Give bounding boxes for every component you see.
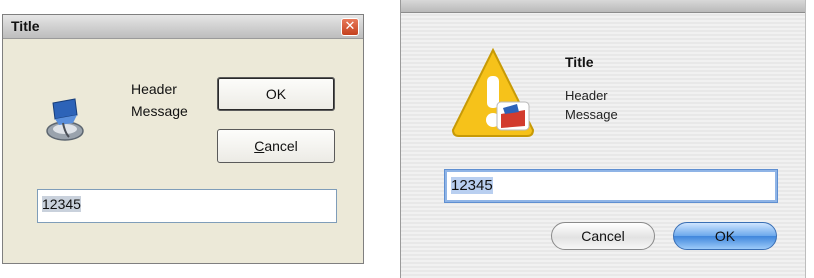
- windows-cancel-button[interactable]: Cancel: [217, 129, 335, 163]
- mac-input-value: 12345: [451, 177, 493, 194]
- windows-header-text: Header: [131, 81, 177, 97]
- cancel-mnemonic: C: [254, 138, 265, 154]
- mac-message-text: Message: [565, 107, 618, 122]
- windows-ok-button[interactable]: OK: [217, 77, 335, 111]
- mac-sheet-top-edge: [401, 0, 805, 13]
- mac-header-text: Header: [565, 88, 608, 103]
- windows-message-text: Message: [131, 103, 188, 119]
- mac-dialog-title: Title: [565, 54, 594, 70]
- windows-dialog: Title ✕ Header Message OK Cancel 12345: [2, 14, 364, 264]
- installer-icon: [46, 98, 84, 141]
- mac-dialog: Title Header Message 12345 Cancel OK: [400, 0, 806, 278]
- mac-ok-button[interactable]: OK: [673, 222, 777, 250]
- caution-installer-icon: [451, 47, 535, 137]
- windows-dialog-title: Title: [11, 18, 40, 34]
- cancel-label-rest: ancel: [264, 138, 298, 154]
- mac-cancel-button[interactable]: Cancel: [551, 222, 655, 250]
- windows-title-bar[interactable]: Title ✕: [3, 15, 363, 39]
- mac-text-input[interactable]: 12345: [445, 170, 777, 202]
- close-icon[interactable]: ✕: [341, 18, 359, 36]
- windows-text-input[interactable]: 12345: [37, 189, 337, 223]
- windows-input-value: 12345: [42, 196, 81, 212]
